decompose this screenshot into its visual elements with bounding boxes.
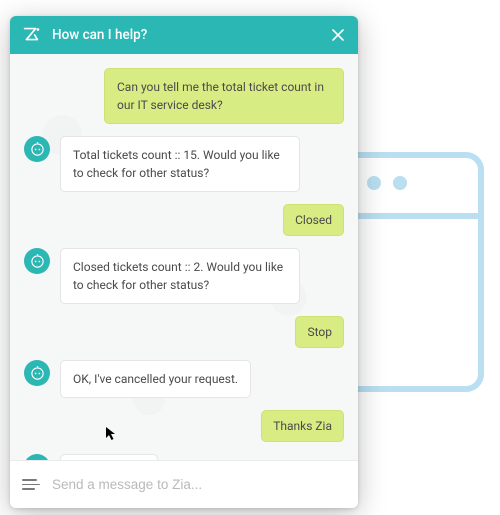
message-bubble: Closed	[283, 204, 344, 236]
message-bot: OK, I've cancelled your request.	[24, 360, 344, 398]
message-bot: Total tickets count :: 15. Would you lik…	[24, 136, 344, 192]
message-user: Closed	[24, 204, 344, 236]
close-button[interactable]	[328, 25, 348, 45]
message-bot: My Pleasure!!	[24, 454, 344, 460]
chat-body: Can you tell me the total ticket count i…	[10, 54, 358, 460]
zia-logo-icon	[20, 24, 42, 46]
message-bubble: Can you tell me the total ticket count i…	[104, 68, 344, 124]
bot-avatar-icon	[24, 136, 50, 162]
message-bubble: OK, I've cancelled your request.	[60, 360, 251, 398]
backdrop-dot	[367, 176, 381, 190]
bot-avatar-icon	[24, 454, 50, 460]
message-bot: Closed tickets count :: 2. Would you lik…	[24, 248, 344, 304]
chat-window: How can I help? Can you tell me the tota…	[10, 16, 358, 508]
menu-icon-line	[22, 479, 37, 481]
message-bubble: Closed tickets count :: 2. Would you lik…	[60, 248, 300, 304]
menu-button[interactable]	[22, 476, 40, 494]
message-user: Thanks Zia	[24, 410, 344, 442]
message-bubble: My Pleasure!!	[60, 454, 158, 460]
menu-icon-line	[22, 488, 35, 490]
message-bubble: Stop	[295, 316, 344, 348]
chat-header: How can I help?	[10, 16, 358, 54]
backdrop-dot	[393, 176, 407, 190]
bot-avatar-icon	[24, 360, 50, 386]
message-bubble: Thanks Zia	[261, 410, 344, 442]
menu-icon-line	[22, 484, 40, 486]
close-icon	[331, 28, 345, 42]
message-user: Can you tell me the total ticket count i…	[24, 68, 344, 124]
message-bubble: Total tickets count :: 15. Would you lik…	[60, 136, 300, 192]
header-title: How can I help?	[52, 27, 318, 43]
message-user: Stop	[24, 316, 344, 348]
message-input[interactable]	[52, 477, 346, 492]
bot-avatar-icon	[24, 248, 50, 274]
chat-footer	[10, 460, 358, 508]
